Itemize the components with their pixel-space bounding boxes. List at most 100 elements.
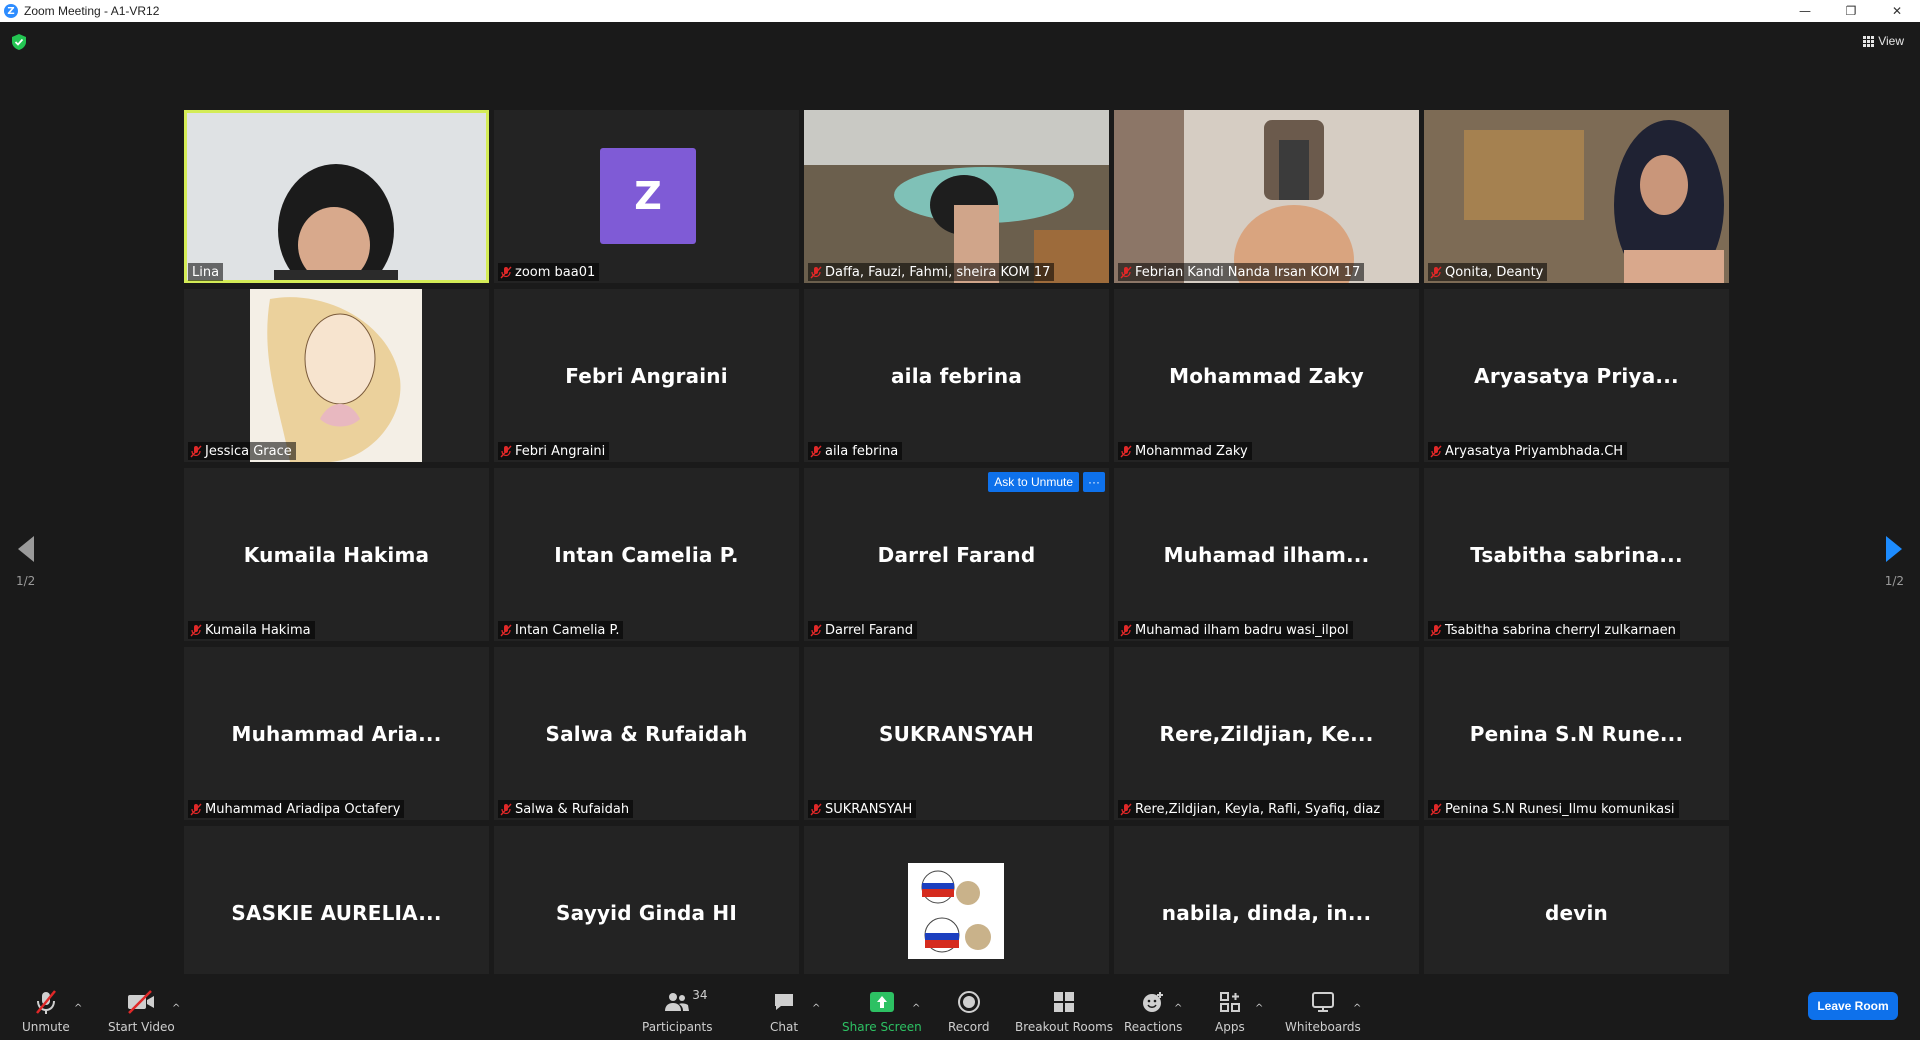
previous-page[interactable]: 1/2 bbox=[16, 536, 35, 588]
participant-name-label: Febrian Kandi Nanda Irsan KOM 17 bbox=[1118, 263, 1365, 281]
next-page[interactable]: 1/2 bbox=[1885, 536, 1904, 588]
unmute-label: Unmute bbox=[22, 1020, 70, 1034]
participant-name-label: Aryasatya Priyambhada.CH bbox=[1428, 442, 1628, 460]
video-feed-qonita bbox=[1424, 110, 1729, 283]
share-screen-button[interactable]: Share Screen bbox=[842, 988, 922, 1034]
participant-display-name: aila febrina bbox=[890, 363, 1023, 388]
apps-button[interactable]: Apps bbox=[1215, 988, 1245, 1034]
close-icon[interactable]: ✕ bbox=[1874, 0, 1920, 22]
video-feed-lina bbox=[184, 110, 489, 283]
video-off-icon bbox=[128, 990, 155, 1014]
reactions-options-caret[interactable]: ^ bbox=[1174, 1003, 1182, 1014]
whiteboards-label: Whiteboards bbox=[1285, 1020, 1361, 1034]
microphone-muted-icon bbox=[1430, 445, 1442, 457]
ask-to-unmute-button[interactable]: Ask to Unmute bbox=[988, 472, 1079, 492]
record-button[interactable]: Record bbox=[948, 988, 989, 1034]
participant-display-name: Penina S.N Rune... bbox=[1469, 721, 1684, 746]
video-options-caret[interactable]: ^ bbox=[172, 1003, 180, 1014]
participant-name-label: Muhammad Ariadipa Octafery bbox=[188, 800, 405, 818]
participant-name-label: Qonita, Deanty bbox=[1428, 263, 1548, 281]
participant-tile[interactable]: aila febrina aila febrina bbox=[804, 289, 1109, 462]
apps-label: Apps bbox=[1215, 1020, 1245, 1034]
meeting-area: View 1/2 1/2 Lina Zzoom baa01 Daffa, Fauzi… bbox=[0, 22, 1920, 1040]
participant-tile[interactable]: Salwa & Rufaidah Salwa & Rufaidah bbox=[494, 647, 799, 820]
microphone-muted-icon bbox=[190, 803, 202, 815]
breakout-rooms-button[interactable]: Breakout Rooms bbox=[1015, 988, 1113, 1034]
participant-tile[interactable]: Muhamad ilham... Muhamad ilham badru wasi… bbox=[1114, 468, 1419, 641]
shield-icon[interactable] bbox=[12, 34, 26, 50]
participant-tile[interactable]: Zzoom baa01 bbox=[494, 110, 799, 283]
view-label: View bbox=[1878, 34, 1904, 48]
participant-tile[interactable]: Kumaila Hakima Kumaila Hakima bbox=[184, 468, 489, 641]
zoom-logo-icon: Z bbox=[4, 4, 18, 18]
participant-name: Tsabitha sabrina cherryl zulkarnaen bbox=[1445, 622, 1676, 638]
microphone-muted-icon bbox=[810, 624, 822, 636]
reactions-label: Reactions bbox=[1124, 1020, 1183, 1034]
participant-name: Intan Camelia P. bbox=[515, 622, 620, 638]
participants-icon bbox=[665, 993, 690, 1011]
microphone-muted-icon bbox=[190, 445, 202, 457]
participant-avatar: Z bbox=[600, 148, 696, 244]
chat-options-caret[interactable]: ^ bbox=[812, 1003, 820, 1014]
audio-options-caret[interactable]: ^ bbox=[74, 1003, 82, 1014]
participant-name-label: Salwa & Rufaidah bbox=[498, 800, 634, 818]
grid-icon bbox=[1863, 35, 1875, 47]
participant-tile[interactable]: Qonita, Deanty bbox=[1424, 110, 1729, 283]
microphone-muted-icon bbox=[1430, 624, 1442, 636]
participant-name-label: Penina S.N Runesi_Ilmu komunikasi bbox=[1428, 800, 1679, 818]
video-feed-febrian bbox=[1114, 110, 1419, 283]
participant-name-label: Muhamad ilham badru wasi_ilpol bbox=[1118, 621, 1353, 639]
chat-icon bbox=[775, 994, 794, 1010]
participant-name: Muhammad Ariadipa Octafery bbox=[205, 801, 401, 817]
participant-name-label: SUKRANSYAH bbox=[808, 800, 917, 818]
participant-display-name: Salwa & Rufaidah bbox=[545, 721, 748, 746]
participant-name: Kumaila Hakima bbox=[205, 622, 311, 638]
participant-tile[interactable]: SUKRANSYAH SUKRANSYAH bbox=[804, 647, 1109, 820]
participant-name-label: Tsabitha sabrina cherryl zulkarnaen bbox=[1428, 621, 1680, 639]
start-video-label: Start Video bbox=[108, 1020, 175, 1034]
participant-tile[interactable]: Lina bbox=[184, 110, 489, 283]
participant-tile[interactable]: Jessica Grace bbox=[184, 289, 489, 462]
participant-display-name: Febri Angraini bbox=[565, 363, 728, 388]
participant-display-name: Tsabitha sabrina... bbox=[1470, 542, 1683, 567]
view-button[interactable]: View bbox=[1863, 34, 1904, 48]
microphone-muted-icon bbox=[810, 445, 822, 457]
participants-label: Participants bbox=[642, 1020, 713, 1034]
participant-name-label: Daffa, Fauzi, Fahmi, sheira KOM 17 bbox=[808, 263, 1055, 281]
start-video-button[interactable]: Start Video bbox=[108, 988, 175, 1034]
participant-tile[interactable]: Febrian Kandi Nanda Irsan KOM 17 bbox=[1114, 110, 1419, 283]
microphone-muted-icon bbox=[35, 990, 56, 1014]
minimize-icon[interactable]: — bbox=[1782, 0, 1828, 22]
microphone-muted-icon bbox=[1120, 803, 1132, 815]
unmute-button[interactable]: Unmute bbox=[22, 988, 70, 1034]
participant-name: Muhamad ilham badru wasi_ilpol bbox=[1135, 622, 1349, 638]
participant-tile[interactable]: Darrel Farand Ask to Unmute ··· Darrel Fara… bbox=[804, 468, 1109, 641]
participant-tile[interactable]: Intan Camelia P. Intan Camelia P. bbox=[494, 468, 799, 641]
apps-options-caret[interactable]: ^ bbox=[1255, 1003, 1263, 1014]
participant-tile[interactable]: Tsabitha sabrina... Tsabitha sabrina cher… bbox=[1424, 468, 1729, 641]
more-options-button[interactable]: ··· bbox=[1083, 472, 1105, 492]
participant-tile[interactable]: Daffa, Fauzi, Fahmi, sheira KOM 17 bbox=[804, 110, 1109, 283]
participant-name: SUKRANSYAH bbox=[825, 801, 913, 817]
participant-tile[interactable]: Rere,Zildjian, Ke... Rere,Zildjian, Keyla… bbox=[1114, 647, 1419, 820]
whiteboards-options-caret[interactable]: ^ bbox=[1353, 1003, 1361, 1014]
restore-icon[interactable]: ❐ bbox=[1828, 0, 1874, 22]
participant-tile[interactable]: Penina S.N Rune... Penina S.N Runesi_Ilmu… bbox=[1424, 647, 1729, 820]
participant-tile[interactable]: Febri Angraini Febri Angraini bbox=[494, 289, 799, 462]
share-options-caret[interactable]: ^ bbox=[912, 1003, 920, 1014]
participant-name: Penina S.N Runesi_Ilmu komunikasi bbox=[1445, 801, 1675, 817]
window-title: Zoom Meeting - A1-VR12 bbox=[24, 4, 160, 18]
page-indicator-right: 1/2 bbox=[1884, 574, 1904, 588]
leave-room-button[interactable]: Leave Room bbox=[1808, 992, 1898, 1020]
whiteboards-button[interactable]: Whiteboards bbox=[1285, 988, 1361, 1034]
chat-button[interactable]: Chat bbox=[770, 988, 798, 1034]
whiteboard-icon bbox=[1311, 992, 1334, 1012]
participant-tile[interactable]: Muhammad Aria... Muhammad Ariadipa Octafe… bbox=[184, 647, 489, 820]
participant-name: Daffa, Fauzi, Fahmi, sheira KOM 17 bbox=[825, 264, 1051, 280]
participant-tile[interactable]: Mohammad Zaky Mohammad Zaky bbox=[1114, 289, 1419, 462]
participant-tile[interactable]: Aryasatya Priya... Aryasatya Priyambhada.… bbox=[1424, 289, 1729, 462]
participant-display-name: Mohammad Zaky bbox=[1169, 363, 1364, 388]
participants-button[interactable]: 34 Participants bbox=[642, 988, 713, 1034]
page-indicator-left: 1/2 bbox=[16, 574, 36, 588]
participant-name-label: Febri Angraini bbox=[498, 442, 610, 460]
